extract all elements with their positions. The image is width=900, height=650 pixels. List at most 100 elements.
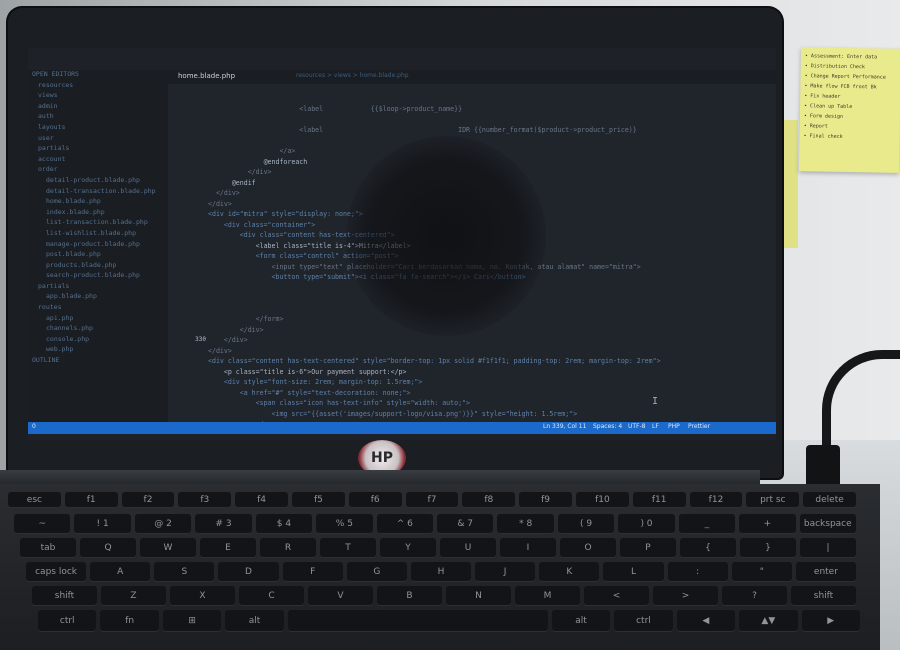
keyboard-key: U [440, 538, 496, 558]
keyboard-key: alt [225, 610, 284, 632]
keyboard-key: ctrl [614, 610, 673, 632]
keyboard-key: ( 9 [557, 514, 615, 534]
code-line[interactable] [208, 84, 776, 95]
sidebar-item[interactable]: index.blade.php [28, 208, 168, 219]
sidebar-item[interactable]: app.blade.php [28, 292, 168, 303]
tab-home-blade[interactable]: home.blade.php [178, 72, 235, 80]
logo-text: HP [371, 450, 393, 466]
status-language[interactable]: PHP [668, 423, 680, 430]
keyboard-key: : [667, 562, 728, 582]
sidebar-item[interactable]: list-wishlist.blade.php [28, 229, 168, 240]
status-encoding[interactable]: UTF-8 [628, 423, 646, 430]
code-line[interactable]: <span class="icon has-text-info" style="… [208, 399, 776, 410]
keyboard-key: O [560, 538, 616, 558]
line-number [168, 137, 208, 148]
sidebar-item[interactable]: user [28, 134, 168, 145]
sidebar-item[interactable]: channels.php [28, 324, 168, 335]
sidebar-item[interactable]: views [28, 91, 168, 102]
code-line[interactable]: <img src="{{asset('images/support-logo/v… [208, 410, 776, 421]
sidebar-item[interactable]: api.php [28, 314, 168, 325]
line-number [168, 116, 208, 127]
sidebar-item[interactable]: partials [28, 282, 168, 293]
line-number [168, 305, 208, 316]
keyboard-key: caps lock [26, 562, 87, 582]
laptop-hinge [0, 470, 760, 484]
sidebar-item[interactable]: order [28, 165, 168, 176]
status-formatter[interactable]: Prettier [688, 423, 710, 430]
keyboard-key: fn [100, 610, 159, 632]
keyboard-key: < [584, 586, 649, 606]
keyboard-key: esc [8, 492, 61, 508]
keyboard-key: T [320, 538, 376, 558]
keyboard-key: C [239, 586, 304, 606]
keyboard-key: | [800, 538, 856, 558]
sidebar-item[interactable]: partials [28, 144, 168, 155]
status-cursor-position[interactable]: Ln 339, Col 11 [543, 423, 586, 430]
keyboard-key: R [260, 538, 316, 558]
sidebar-item[interactable]: home.blade.php [28, 197, 168, 208]
keyboard-key: Y [380, 538, 436, 558]
sidebar-item[interactable]: post.blade.php [28, 250, 168, 261]
code-line[interactable] [208, 137, 776, 148]
status-indentation[interactable]: Spaces: 4 [593, 423, 622, 430]
keyboard-key: & 7 [437, 514, 494, 534]
line-number [168, 357, 208, 368]
code-line[interactable]: <a href="#" style="text-decoration: none… [208, 389, 776, 400]
sidebar-item[interactable]: layouts [28, 123, 168, 134]
sidebar-item[interactable]: OUTLINE [28, 356, 168, 367]
sidebar-item[interactable]: OPEN EDITORS [28, 70, 168, 81]
line-number [168, 326, 208, 337]
code-line[interactable]: <label {{$loop->product_name}} [208, 105, 776, 116]
line-number [168, 200, 208, 211]
line-number [168, 273, 208, 284]
keyboard-key: J [475, 562, 536, 582]
code-line[interactable]: <div class="content has-text-centered" s… [208, 357, 776, 368]
sidebar-item[interactable]: list-transaction.blade.php [28, 218, 168, 229]
keyboard-key: f4 [235, 492, 288, 508]
laptop-screen: OPEN EDITORS resources views admin auth layou… [28, 48, 776, 440]
sidebar-item[interactable]: search-product.blade.php [28, 271, 168, 282]
sidebar-item[interactable]: account [28, 155, 168, 166]
keyboard-key: P [620, 538, 676, 558]
line-number [168, 389, 208, 400]
sticky-note: • Assessment: Enter data • Distribution C… [798, 47, 900, 173]
keyboard-key: E [200, 538, 256, 558]
code-line[interactable]: <label IDR {{number_format($product->pro… [208, 126, 776, 137]
code-editor[interactable]: 330 <label {{$loop->product_name}} <labe… [168, 84, 776, 422]
code-line[interactable] [208, 116, 776, 127]
sidebar-item[interactable]: routes [28, 303, 168, 314]
code-line[interactable]: <div style="font-size: 2rem; margin-top:… [208, 378, 776, 389]
sidebar-item[interactable]: console.php [28, 335, 168, 346]
sidebar-item[interactable]: detail-product.blade.php [28, 176, 168, 187]
sidebar-item[interactable]: web.php [28, 345, 168, 356]
sidebar-item[interactable]: products.blade.php [28, 261, 168, 272]
sidebar-item[interactable]: detail-transaction.blade.php [28, 187, 168, 198]
status-branch[interactable]: 0 [32, 423, 36, 430]
line-number: 330 [195, 336, 206, 343]
keyboard-key: G [346, 562, 407, 582]
code-line[interactable]: <p class="title is-6">Our payment suppor… [208, 368, 776, 379]
code-line[interactable]: </div> [208, 347, 776, 358]
keyboard-key: ! 1 [74, 514, 131, 534]
line-number [168, 168, 208, 179]
line-number [168, 284, 208, 295]
keyboard-key: A [90, 562, 151, 582]
keyboard-key: S [154, 562, 215, 582]
keyboard-key: % 5 [316, 514, 373, 534]
sidebar-item[interactable]: auth [28, 112, 168, 123]
reflection-shadow [346, 136, 546, 336]
code-line[interactable] [208, 95, 776, 106]
keyboard-key: I [500, 538, 556, 558]
line-number [168, 231, 208, 242]
line-number [168, 158, 208, 169]
keyboard-key: Z [101, 586, 166, 606]
status-eol[interactable]: LF [652, 423, 659, 430]
keyboard-key: # 3 [195, 514, 252, 534]
sidebar-item[interactable]: manage-product.blade.php [28, 240, 168, 251]
sidebar-item[interactable]: resources [28, 81, 168, 92]
keyboard-key: prt sc [746, 492, 800, 508]
code-line[interactable]: </div> [208, 326, 776, 337]
line-number [168, 179, 208, 190]
sidebar-item[interactable]: admin [28, 102, 168, 113]
code-line[interactable]: </div> [208, 336, 776, 347]
